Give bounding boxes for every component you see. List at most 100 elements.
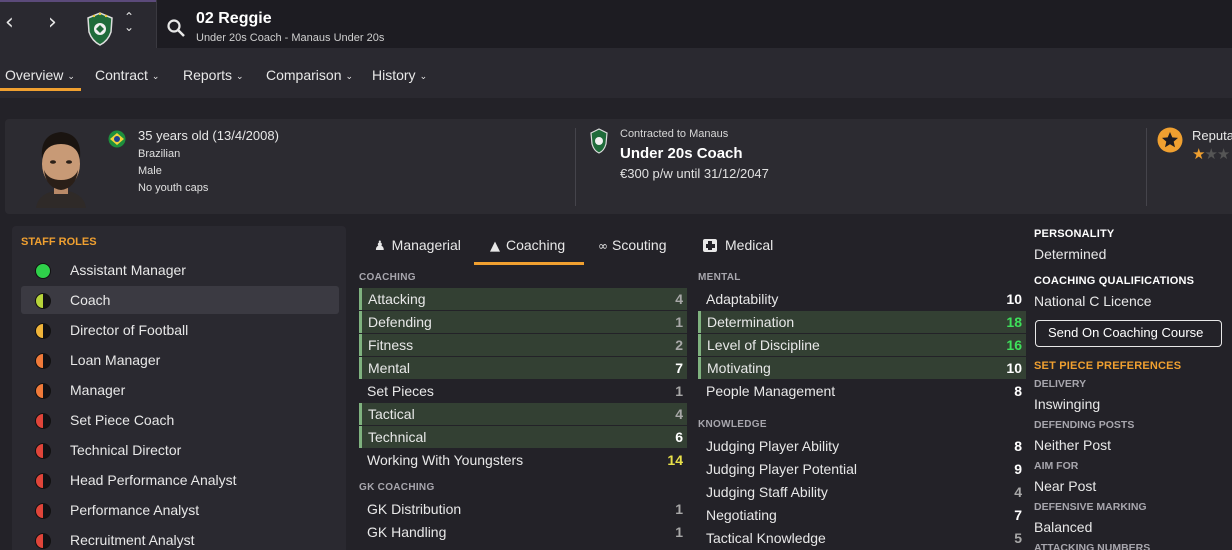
staff-role-item[interactable]: Assistant Manager	[21, 256, 339, 284]
tab-scouting[interactable]: ∞ Scouting	[598, 237, 666, 253]
aim-for-value: Near Post	[1034, 478, 1097, 494]
forward-button[interactable]: ›	[48, 12, 57, 34]
staff-role-label: Performance Analyst	[70, 502, 200, 518]
nationality-text: Brazilian	[138, 148, 181, 160]
attribute-name: Judging Staff Ability	[706, 484, 828, 500]
attribute-row[interactable]: Negotiating 7	[698, 504, 1026, 526]
attribute-row[interactable]: Motivating 10	[698, 357, 1026, 379]
staff-role-label: Technical Director	[70, 442, 182, 458]
attribute-row[interactable]: Judging Player Potential 9	[698, 458, 1026, 480]
person-icon: ♟	[374, 239, 386, 254]
contract-role-text: Under 20s Coach	[620, 145, 743, 162]
reputation-star-icon	[1157, 127, 1183, 153]
role-suitability-icon	[35, 473, 51, 489]
attribute-row[interactable]: Set Pieces 1	[359, 380, 687, 402]
delivery-title: DELIVERY	[1034, 378, 1087, 390]
down-arrow-icon[interactable]: ⌄	[124, 21, 134, 33]
chevron-down-icon: ⌄	[419, 72, 428, 82]
attribute-row[interactable]: Technical 6	[359, 426, 687, 448]
up-down-arrows-icon[interactable]: ⌃ ⌄	[124, 11, 134, 33]
attribute-row[interactable]: Judging Player Ability 8	[698, 435, 1026, 457]
attribute-value: 10	[1006, 360, 1022, 376]
attribute-value: 16	[1006, 337, 1022, 353]
back-button[interactable]: ‹	[5, 12, 14, 34]
staff-role-item[interactable]: Recruitment Analyst	[21, 526, 339, 550]
send-coaching-course-button[interactable]: Send On Coaching Course	[1035, 320, 1222, 347]
role-suitability-icon	[35, 503, 51, 519]
attribute-name: Set Pieces	[367, 383, 434, 399]
set-piece-title: SET PIECE PREFERENCES	[1034, 360, 1182, 372]
attribute-row[interactable]: Adaptability 10	[698, 288, 1026, 310]
attribute-row[interactable]: Judging Staff Ability 4	[698, 481, 1026, 503]
tab-medical[interactable]: Medical	[703, 237, 773, 253]
attribute-value: 1	[675, 524, 683, 540]
attribute-value: 9	[1014, 461, 1022, 477]
role-suitability-icon	[35, 413, 51, 429]
staff-role-item[interactable]: Coach	[21, 286, 339, 314]
attribute-row[interactable]: Tactical Knowledge 5	[698, 527, 1026, 549]
attribute-row[interactable]: Determination 18	[698, 311, 1026, 333]
attribute-row[interactable]: Level of Discipline 16	[698, 334, 1026, 356]
attribute-name: Adaptability	[706, 291, 779, 307]
qualifications-value: National C Licence	[1034, 293, 1152, 309]
staff-role-item[interactable]: Loan Manager	[21, 346, 339, 374]
attribute-row[interactable]: Defending 1	[359, 311, 687, 333]
staff-role-item[interactable]: Director of Football	[21, 316, 339, 344]
tab-coaching[interactable]: ▲ Coaching	[490, 237, 565, 254]
coaching-section-title: COACHING	[359, 272, 416, 283]
tab-comparison[interactable]: Comparison ⌄	[266, 67, 353, 83]
staff-role-item[interactable]: Manager	[21, 376, 339, 404]
attribute-name: Determination	[707, 314, 795, 330]
tab-contract[interactable]: Contract ⌄	[95, 67, 159, 83]
cone-icon: ▲	[490, 239, 500, 254]
staff-role-label: Loan Manager	[70, 352, 161, 368]
attribute-row[interactable]: Tactical 4	[359, 403, 687, 425]
attribute-value: 8	[1014, 438, 1022, 454]
club-crest-icon	[87, 12, 113, 46]
active-tab-indicator	[474, 262, 584, 265]
staff-role-item[interactable]: Head Performance Analyst	[21, 466, 339, 494]
contract-club-text: Contracted to Manaus	[620, 128, 729, 140]
tab-reports[interactable]: Reports ⌄	[183, 67, 244, 83]
staff-role-item[interactable]: Performance Analyst	[21, 496, 339, 524]
attribute-name: Judging Player Potential	[706, 461, 857, 477]
tab-managerial[interactable]: ♟ Managerial	[374, 237, 461, 254]
chevron-down-icon: ⌄	[345, 72, 354, 82]
page-title: 02 Reggie	[196, 10, 272, 27]
staff-role-item[interactable]: Technical Director	[21, 436, 339, 464]
role-suitability-icon	[35, 533, 51, 549]
role-suitability-icon	[35, 443, 51, 459]
avatar[interactable]	[26, 124, 96, 208]
qualifications-title: COACHING QUALIFICATIONS	[1034, 275, 1195, 287]
star-icon: ★	[1192, 145, 1205, 163]
attribute-row[interactable]: People Management 8	[698, 380, 1026, 402]
attribute-name: People Management	[706, 383, 836, 399]
attribute-value: 1	[675, 383, 683, 399]
attribute-row[interactable]: GK Distribution 1	[359, 498, 687, 520]
page-subtitle: Under 20s Coach - Manaus Under 20s	[196, 32, 385, 44]
tab-overview[interactable]: Overview ⌄	[5, 67, 75, 83]
delivery-value: Inswinging	[1034, 396, 1101, 412]
attribute-value: 7	[1014, 507, 1022, 523]
attribute-row[interactable]: Attacking 4	[359, 288, 687, 310]
attribute-row[interactable]: GK Handling 1	[359, 521, 687, 543]
club-crest-icon	[590, 128, 608, 154]
search-icon[interactable]	[166, 18, 186, 38]
tab-history[interactable]: History ⌄	[372, 67, 427, 83]
attribute-name: Defending	[368, 314, 432, 330]
defensive-marking-title: DEFENSIVE MARKING	[1034, 501, 1147, 513]
age-text: 35 years old (13/4/2008)	[138, 128, 279, 143]
attribute-row[interactable]: Fitness 2	[359, 334, 687, 356]
personality-title: PERSONALITY	[1034, 228, 1115, 240]
divider	[1146, 128, 1147, 206]
attribute-name: Level of Discipline	[707, 337, 820, 353]
attribute-row[interactable]: Working With Youngsters 14	[359, 449, 687, 471]
staff-role-label: Set Piece Coach	[70, 412, 175, 428]
attribute-value: 7	[675, 360, 683, 376]
staff-role-item[interactable]: Set Piece Coach	[21, 406, 339, 434]
mental-section-title: MENTAL	[698, 272, 741, 283]
attribute-row[interactable]: Mental 7	[359, 357, 687, 379]
staff-role-label: Head Performance Analyst	[70, 472, 237, 488]
attribute-name: Negotiating	[706, 507, 777, 523]
staff-roles-title: STAFF ROLES	[21, 236, 97, 248]
